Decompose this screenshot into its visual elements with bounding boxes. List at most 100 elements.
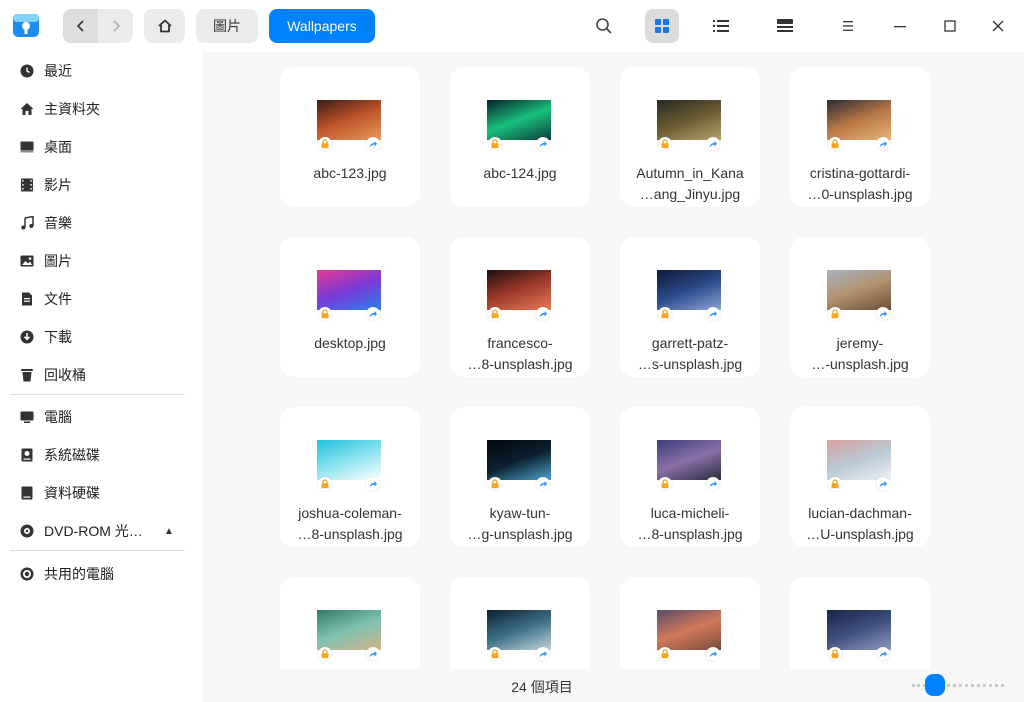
picture-icon bbox=[20, 254, 34, 268]
sidebar-item-videos[interactable]: 影片 bbox=[0, 167, 202, 203]
file-item[interactable]: garrett-patz- …s-unsplash.jpg bbox=[620, 237, 760, 377]
link-arrow-icon bbox=[876, 647, 890, 661]
sidebar-item-label: 音樂 bbox=[44, 215, 72, 231]
file-item[interactable] bbox=[450, 577, 590, 669]
sidebar-divider bbox=[10, 550, 185, 551]
icon-size-slider-handle[interactable] bbox=[924, 674, 945, 696]
sidebar-item-downloads[interactable]: 下載 bbox=[0, 319, 202, 355]
lock-icon bbox=[658, 307, 672, 321]
close-button[interactable] bbox=[981, 9, 1015, 43]
status-bar: 24 個項目 bbox=[202, 669, 1024, 702]
file-item[interactable]: Autumn_in_Kana …ang_Jinyu.jpg bbox=[620, 67, 760, 207]
file-item[interactable] bbox=[280, 577, 420, 669]
detail-view-icon bbox=[777, 19, 793, 32]
link-arrow-icon bbox=[366, 477, 380, 491]
sidebar-item-home[interactable]: 主資料夾 bbox=[0, 91, 202, 127]
detail-panel-button[interactable] bbox=[768, 9, 802, 43]
minimize-button[interactable] bbox=[883, 9, 917, 43]
file-item[interactable]: cristina-gottardi- …0-unsplash.jpg bbox=[790, 67, 930, 207]
file-item[interactable]: kyaw-tun- …g-unsplash.jpg bbox=[450, 407, 590, 547]
home-button[interactable] bbox=[144, 9, 185, 43]
main-menu-button[interactable] bbox=[831, 9, 865, 43]
file-name: kyaw-tun- …g-unsplash.jpg bbox=[467, 505, 573, 542]
data-disk-icon bbox=[20, 486, 34, 500]
sidebar: 最近 主資料夾 桌面 影片 音樂 圖片 文件 下載 回收桶 電腦 系統磁碟 資料… bbox=[0, 52, 202, 702]
thumbnail bbox=[827, 100, 891, 140]
thumbnail bbox=[317, 440, 381, 480]
search-button[interactable] bbox=[587, 9, 621, 43]
list-view-button[interactable] bbox=[704, 9, 738, 43]
file-item[interactable]: lucian-dachman- …U-unsplash.jpg bbox=[790, 407, 930, 547]
lock-icon bbox=[828, 307, 842, 321]
sidebar-item-label: DVD-ROM 光… bbox=[44, 523, 143, 539]
home-icon bbox=[157, 19, 172, 33]
lock-icon bbox=[318, 137, 332, 151]
download-icon bbox=[20, 330, 34, 344]
dvd-icon bbox=[20, 524, 34, 538]
sidebar-item-system-disk[interactable]: 系統磁碟 bbox=[0, 437, 202, 473]
file-item[interactable]: jeremy- …-unsplash.jpg bbox=[790, 237, 930, 377]
sidebar-item-pictures[interactable]: 圖片 bbox=[0, 243, 202, 279]
sidebar-item-label: 文件 bbox=[44, 291, 72, 307]
network-icon bbox=[20, 567, 34, 581]
lock-icon bbox=[828, 477, 842, 491]
chevron-right-icon bbox=[112, 20, 120, 32]
link-arrow-icon bbox=[536, 477, 550, 491]
sidebar-item-trash[interactable]: 回收桶 bbox=[0, 357, 202, 393]
thumbnail bbox=[827, 270, 891, 310]
file-item[interactable]: joshua-coleman- …8-unsplash.jpg bbox=[280, 407, 420, 547]
list-view-icon bbox=[713, 20, 729, 32]
file-item[interactable]: luca-micheli- …8-unsplash.jpg bbox=[620, 407, 760, 547]
sidebar-item-label: 電腦 bbox=[44, 409, 72, 425]
sidebar-item-label: 資料硬碟 bbox=[44, 485, 100, 501]
lock-icon bbox=[828, 137, 842, 151]
file-item[interactable] bbox=[620, 577, 760, 669]
lock-icon bbox=[658, 137, 672, 151]
sidebar-item-recent[interactable]: 最近 bbox=[0, 53, 202, 89]
forward-button[interactable] bbox=[98, 9, 133, 43]
lock-icon bbox=[828, 647, 842, 661]
thumbnail bbox=[657, 100, 721, 140]
file-item[interactable]: abc-124.jpg bbox=[450, 67, 590, 207]
sidebar-item-label: 桌面 bbox=[44, 139, 72, 155]
file-name: joshua-coleman- …8-unsplash.jpg bbox=[297, 505, 403, 542]
maximize-button[interactable] bbox=[933, 9, 967, 43]
link-arrow-icon bbox=[536, 307, 550, 321]
file-name: jeremy- …-unsplash.jpg bbox=[811, 335, 909, 372]
lock-icon bbox=[488, 477, 502, 491]
document-icon bbox=[20, 292, 34, 306]
eject-icon[interactable]: ▲ bbox=[164, 526, 174, 537]
link-arrow-icon bbox=[706, 477, 720, 491]
sidebar-item-label: 共用的電腦 bbox=[44, 566, 114, 582]
maximize-icon bbox=[944, 20, 956, 32]
file-name: lucian-dachman- …U-unsplash.jpg bbox=[806, 505, 914, 542]
file-name: francesco- …8-unsplash.jpg bbox=[467, 335, 573, 372]
lock-icon bbox=[488, 647, 502, 661]
thumbnail bbox=[827, 610, 891, 650]
file-item[interactable] bbox=[790, 577, 930, 669]
breadcrumb-wallpapers[interactable]: Wallpapers bbox=[269, 9, 375, 43]
sidebar-item-documents[interactable]: 文件 bbox=[0, 281, 202, 317]
lock-icon bbox=[318, 477, 332, 491]
back-button[interactable] bbox=[63, 9, 98, 43]
thumbnail bbox=[487, 440, 551, 480]
icon-view-button[interactable] bbox=[645, 9, 679, 43]
breadcrumb-pictures[interactable]: 圖片 bbox=[196, 9, 258, 43]
sidebar-item-computer[interactable]: 電腦 bbox=[0, 399, 202, 435]
link-arrow-icon bbox=[366, 647, 380, 661]
sidebar-item-desktop[interactable]: 桌面 bbox=[0, 129, 202, 165]
file-item[interactable]: abc-123.jpg bbox=[280, 67, 420, 207]
file-name: abc-124.jpg bbox=[483, 165, 557, 181]
sidebar-item-music[interactable]: 音樂 bbox=[0, 205, 202, 241]
sidebar-item-dvd-rom[interactable]: DVD-ROM 光… ▲ bbox=[0, 513, 202, 549]
thumbnail bbox=[657, 440, 721, 480]
sidebar-item-label: 圖片 bbox=[44, 253, 72, 269]
desktop-icon bbox=[20, 140, 34, 154]
menu-icon bbox=[843, 21, 853, 31]
file-item[interactable]: desktop.jpg bbox=[280, 237, 420, 377]
grid-view-icon bbox=[655, 19, 669, 33]
search-icon bbox=[596, 18, 612, 34]
sidebar-item-network[interactable]: 共用的電腦 bbox=[0, 556, 202, 592]
sidebar-item-data-disk[interactable]: 資料硬碟 bbox=[0, 475, 202, 511]
file-item[interactable]: francesco- …8-unsplash.jpg bbox=[450, 237, 590, 377]
